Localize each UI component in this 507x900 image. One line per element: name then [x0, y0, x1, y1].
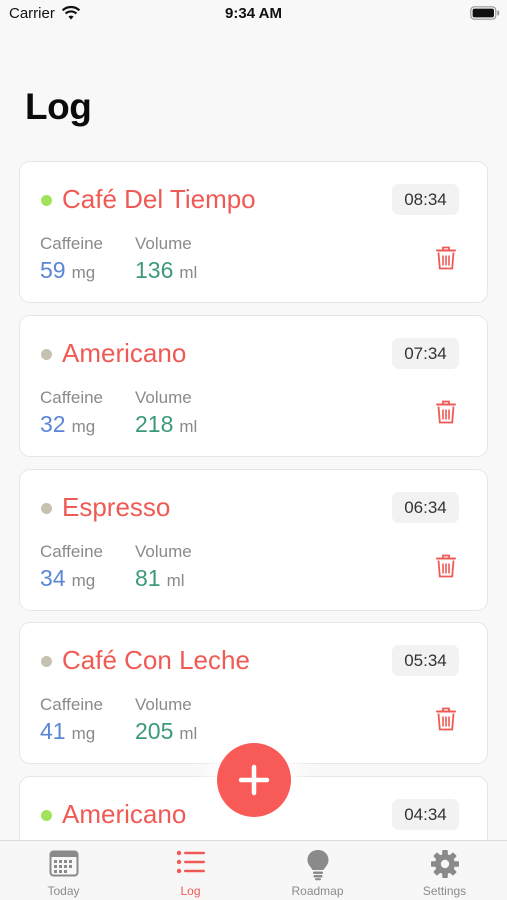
tab-label: Today	[47, 884, 80, 898]
status-dot	[41, 503, 52, 514]
volume-label: Volume	[135, 542, 192, 561]
volume-amount: 218	[135, 411, 174, 437]
drink-name: Americano	[62, 338, 187, 368]
status-time: 9:34 AM	[225, 5, 282, 22]
caffeine-value: 34 mg	[40, 565, 95, 592]
status-dot	[41, 195, 52, 206]
status-bar: Carrier 9:34 AM	[0, 0, 507, 30]
trash-icon[interactable]	[435, 400, 457, 424]
volume-value: 205 ml	[135, 718, 197, 745]
caffeine-amount: 32	[40, 411, 66, 437]
tab-settings[interactable]: Settings	[381, 841, 507, 900]
lightbulb-icon	[307, 850, 328, 881]
volume-unit: ml	[179, 417, 198, 436]
tab-today[interactable]: Today	[0, 841, 127, 900]
volume-value: 81 ml	[135, 565, 185, 592]
caffeine-amount: 34	[40, 565, 66, 591]
list-icon	[176, 850, 205, 874]
battery-icon	[470, 6, 500, 20]
volume-unit: ml	[166, 571, 185, 590]
time-badge: 05:34	[392, 645, 459, 676]
trash-icon[interactable]	[435, 554, 457, 578]
caffeine-unit: mg	[71, 724, 96, 743]
tab-label: Roadmap	[291, 884, 344, 898]
tab-log[interactable]: Log	[127, 841, 254, 900]
calendar-icon	[49, 850, 78, 877]
volume-amount: 205	[135, 718, 174, 744]
caffeine-amount: 59	[40, 257, 66, 283]
trash-icon[interactable]	[435, 707, 457, 731]
caffeine-label: Caffeine	[40, 234, 104, 253]
volume-amount: 136	[135, 257, 174, 283]
time-badge: 04:34	[392, 799, 459, 830]
caffeine-value: 59 mg	[40, 257, 95, 284]
log-entry-card[interactable]: Americano 07:34 Caffeine Volume 32 mg 218…	[19, 315, 488, 457]
caffeine-value: 32 mg	[40, 411, 95, 438]
drink-name: Espresso	[62, 492, 171, 522]
status-dot	[41, 656, 52, 667]
time-badge: 06:34	[392, 492, 459, 523]
caffeine-label: Caffeine	[40, 695, 104, 714]
volume-value: 136 ml	[135, 257, 197, 284]
trash-icon[interactable]	[435, 246, 457, 270]
time-badge: 07:34	[392, 338, 459, 369]
volume-label: Volume	[135, 234, 192, 253]
tab-bar: Today Log Roadmap Settings	[0, 840, 507, 900]
volume-amount: 81	[135, 565, 161, 591]
caffeine-amount: 41	[40, 718, 66, 744]
caffeine-unit: mg	[71, 417, 96, 436]
volume-label: Volume	[135, 695, 192, 714]
volume-unit: ml	[179, 724, 198, 743]
status-dot	[41, 810, 52, 821]
volume-label: Volume	[135, 388, 192, 407]
add-entry-button[interactable]	[217, 743, 291, 817]
log-entry-card[interactable]: Café Del Tiempo 08:34 Caffeine Volume 59…	[19, 161, 488, 303]
tab-roadmap[interactable]: Roadmap	[254, 841, 381, 900]
drink-name: Café Con Leche	[62, 645, 250, 675]
log-entry-card[interactable]: Espresso 06:34 Caffeine Volume 34 mg 81 ml	[19, 469, 488, 611]
caffeine-label: Caffeine	[40, 388, 104, 407]
tab-label: Log	[180, 884, 201, 898]
tab-label: Settings	[422, 884, 467, 898]
page-title: Log	[25, 86, 92, 127]
caffeine-unit: mg	[71, 263, 96, 282]
gear-icon	[430, 850, 459, 878]
volume-value: 218 ml	[135, 411, 197, 438]
drink-name: Americano	[62, 799, 187, 829]
caffeine-unit: mg	[71, 571, 96, 590]
status-dot	[41, 349, 52, 360]
drink-name: Café Del Tiempo	[62, 184, 256, 214]
volume-unit: ml	[179, 263, 198, 282]
caffeine-value: 41 mg	[40, 718, 95, 745]
time-badge: 08:34	[392, 184, 459, 215]
plus-icon	[238, 764, 270, 796]
caffeine-label: Caffeine	[40, 542, 104, 561]
